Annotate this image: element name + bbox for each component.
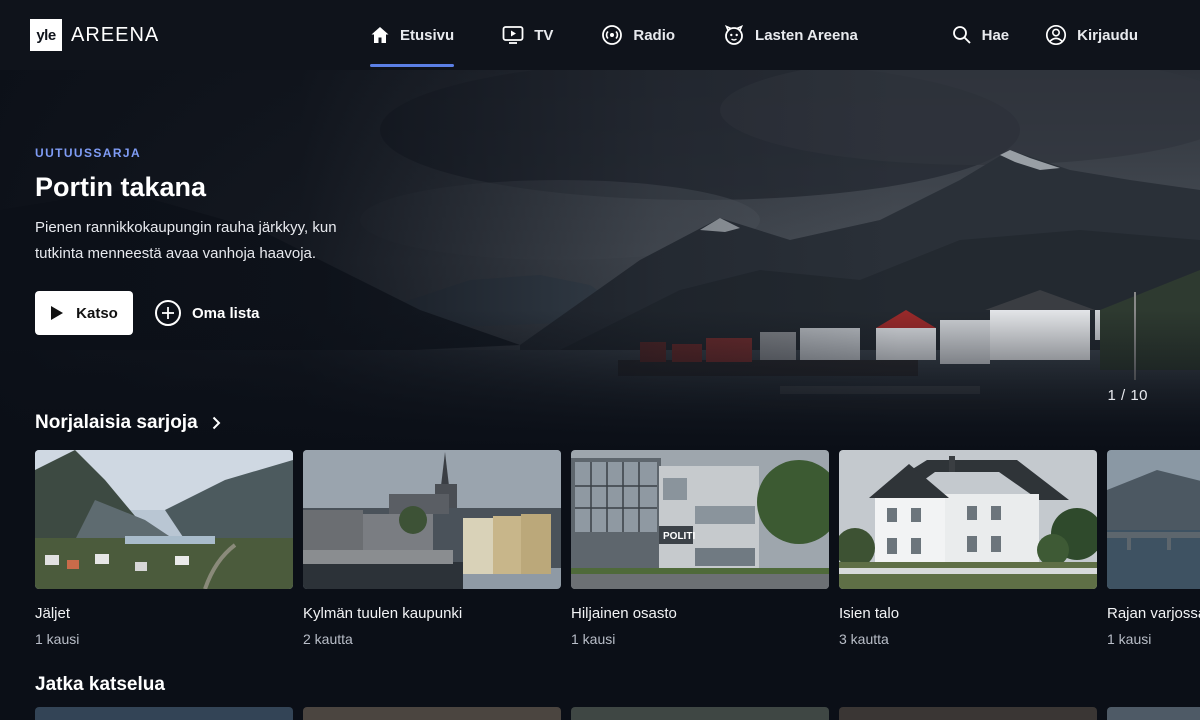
series-seasons: 1 kausi [571, 631, 616, 647]
play-icon [51, 306, 64, 320]
series-thumbnail [303, 450, 561, 589]
series-card[interactable]: POLITI Hiljainen osasto 1 kausi [571, 450, 841, 647]
norwegian-series-row: Jäljet 1 kausi Kylmän tuulen kaupunki 2 … [35, 450, 1200, 647]
nav-label: Lasten Areena [755, 26, 858, 44]
section-title: Norjalaisia sarjoja [35, 412, 198, 433]
continue-thumbnail[interactable] [303, 707, 561, 720]
user-icon [1046, 24, 1067, 46]
nav-label: TV [534, 26, 554, 44]
user-nav: Hae Kirjaudu [916, 0, 1138, 70]
play-label: Katso [76, 304, 118, 322]
login-label: Kirjaudu [1077, 26, 1138, 44]
login-button[interactable]: Kirjaudu [1045, 0, 1138, 70]
series-thumbnail [835, 450, 1103, 589]
series-card[interactable]: Isien talo 3 kautta [835, 450, 1103, 647]
add-to-list-label: Oma lista [192, 304, 260, 322]
series-title: Hiljainen osasto [571, 605, 677, 622]
continue-thumbnail[interactable] [1107, 707, 1200, 720]
nav-tv[interactable]: TV [502, 0, 553, 70]
kids-icon [724, 24, 744, 45]
series-title: Isien talo [839, 605, 900, 622]
search-icon [952, 26, 971, 44]
hero-content: UUTUUSSARJA Portin takana Pienen rannikk… [35, 146, 395, 267]
search-label: Hae [981, 26, 1010, 44]
main-nav: Etusivu TV Radio Lasten Areena [370, 0, 906, 70]
hero-description: Pienen rannikkokaupungin rauha järkkyy, … [35, 219, 337, 262]
series-card[interactable]: Kylmän tuulen kaupunki 2 kautta [303, 450, 561, 647]
series-thumbnail [35, 450, 293, 590]
tv-icon [502, 26, 524, 44]
series-title: Rajan varjossa [1107, 605, 1200, 622]
add-to-list-button[interactable]: Oma lista [155, 300, 260, 326]
series-thumbnail: POLITI [571, 450, 841, 589]
radio-icon [602, 25, 623, 45]
areena-wordmark: AREENA [71, 23, 160, 46]
section-jatka-katselua: Jatka katselua [35, 674, 165, 696]
hero-actions: Katso Oma lista [35, 291, 260, 335]
series-title: Kylmän tuulen kaupunki [303, 605, 463, 622]
hero-eyebrow: UUTUUSSARJA [35, 146, 142, 160]
series-seasons: 2 kautta [303, 631, 353, 647]
yle-areena-logo[interactable]: yle AREENA [30, 19, 159, 51]
nav-radio[interactable]: Radio [601, 0, 675, 70]
nav-label: Etusivu [400, 26, 455, 44]
continue-thumbnail[interactable] [839, 707, 1097, 720]
hero-title: Portin takana [35, 172, 207, 202]
search-button[interactable]: Hae [952, 0, 1010, 70]
nav-etusivu[interactable]: Etusivu [370, 0, 455, 70]
nav-lasten-areena[interactable]: Lasten Areena [723, 0, 858, 70]
chevron-right-icon [212, 416, 221, 430]
series-title: Jäljet [35, 605, 71, 622]
continue-thumbnail[interactable] [35, 707, 293, 720]
series-seasons: 1 kausi [35, 631, 80, 647]
series-seasons: 3 kautta [839, 631, 889, 647]
plus-icon [155, 300, 181, 326]
section-title: Jatka katselua [35, 674, 165, 695]
home-icon [371, 27, 389, 43]
top-header: yle AREENA Etusivu TV Radio Lasten Areen… [0, 0, 1200, 70]
hero-pager: 1 / 10 [1107, 387, 1148, 404]
series-thumbnail [1107, 450, 1200, 589]
nav-label: Radio [633, 26, 676, 44]
series-card[interactable]: Rajan varjossa 1 kausi [1107, 450, 1200, 647]
section-norjalaisia-sarjoja[interactable]: Norjalaisia sarjoja [35, 412, 221, 434]
series-seasons: 1 kausi [1107, 631, 1152, 647]
police-sign: POLITI [663, 531, 695, 542]
continue-watching-row [35, 707, 1200, 720]
series-card[interactable]: Jäljet 1 kausi [35, 450, 293, 647]
play-button[interactable]: Katso [35, 291, 133, 335]
continue-thumbnail[interactable] [571, 707, 829, 720]
yle-logo-mark: yle [30, 19, 62, 51]
